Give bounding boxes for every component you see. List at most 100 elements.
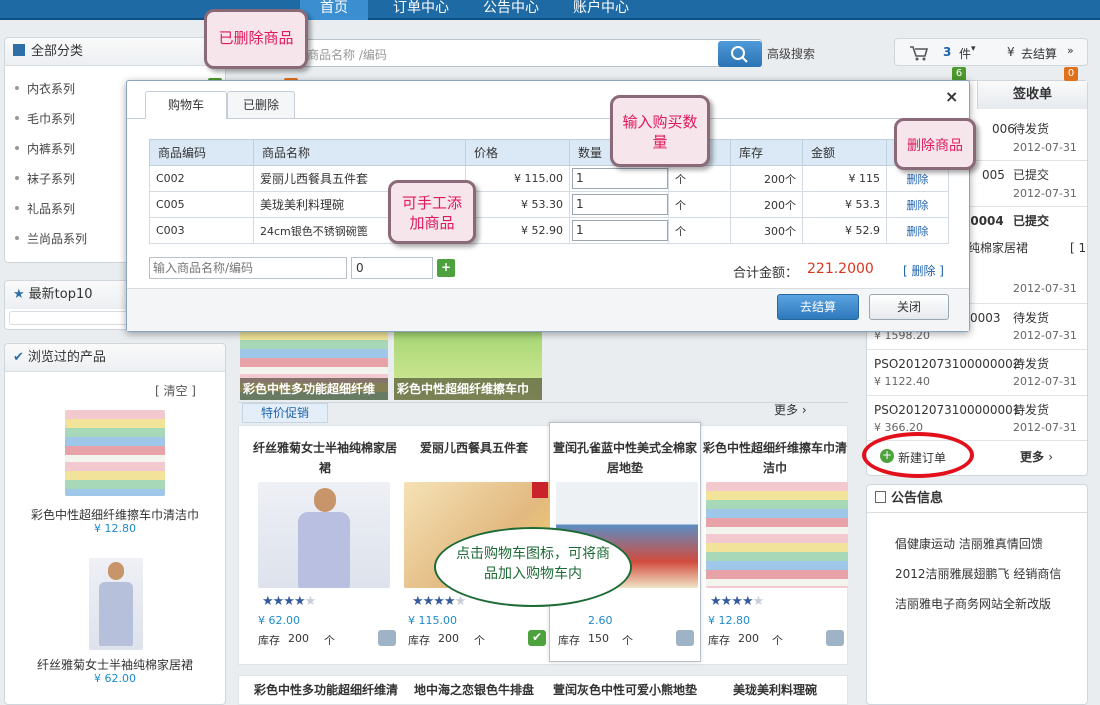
search-input[interactable]: 输入商品名称 /编码 [272, 39, 762, 67]
order-id[interactable]: 0003 [970, 309, 1001, 327]
add-to-cart-icon[interactable] [826, 630, 844, 646]
product-name[interactable]: 萱闰灰色中性可爱小熊地垫 [550, 680, 700, 700]
qty-input[interactable]: 1 [572, 168, 668, 189]
orders-more-link[interactable]: 更多 › [1020, 448, 1053, 465]
tab-deleted[interactable]: 已删除 [227, 91, 295, 118]
top10-title: 最新top10 [28, 287, 93, 302]
search-icon [731, 46, 748, 63]
category-item[interactable]: 内裤系列 [14, 140, 75, 157]
notice-item[interactable]: 2012洁丽雅展翅鹏飞 经销商信 [895, 565, 1085, 582]
add-product-input[interactable]: 输入商品名称/编码 [149, 257, 347, 279]
cell-price: ¥ 53.30 [465, 191, 570, 218]
order-id[interactable]: PSO2012073100000002 [874, 355, 1020, 373]
order-status: 待发货 [1013, 311, 1050, 325]
stock-unit: 个 [324, 634, 335, 647]
advanced-search-link[interactable]: 高级搜索 [767, 45, 815, 62]
order-date: 2012-07-31 [1013, 282, 1077, 295]
added-to-cart-check-icon[interactable]: ✔ [528, 630, 546, 646]
viewed-product-image[interactable] [89, 558, 143, 650]
category-item[interactable]: 礼品系列 [14, 200, 75, 217]
order-status: 已提交 [1013, 168, 1050, 182]
cell-stock: 200个 [730, 165, 803, 192]
notice-title: 公告信息 [891, 491, 944, 506]
product-name[interactable]: 美珑美利料理碗 [700, 680, 850, 700]
nav-tab-home[interactable]: 首页 [300, 0, 368, 20]
qty-input[interactable]: 1 [572, 220, 668, 241]
stock-qty: 200 [738, 632, 759, 645]
category-item[interactable]: 袜子系列 [14, 170, 75, 187]
product-image[interactable] [706, 482, 848, 588]
checkout-button[interactable]: 去结算 [777, 294, 859, 320]
search-button[interactable] [718, 41, 762, 67]
delete-link[interactable]: 删除 [886, 217, 949, 244]
cell-unit: 个 [668, 165, 731, 192]
category-item[interactable]: 兰尚品系列 [14, 230, 87, 247]
delete-link[interactable]: 删除 [886, 191, 949, 218]
stock-label: 库存 [408, 634, 430, 647]
stock-unit: 个 [622, 634, 633, 647]
product-image[interactable] [258, 482, 390, 588]
product-name[interactable]: 彩色中性多功能超细纤维清 [250, 680, 402, 700]
promo-more-label: 更多 [774, 403, 799, 417]
notice-item[interactable]: 倡健康运动 洁丽雅真情回馈 [895, 535, 1043, 552]
product-price: 2.60 [588, 614, 613, 627]
nav-tab-notices[interactable]: 公告中心 [470, 0, 552, 20]
cell-price: ¥ 52.90 [465, 217, 570, 244]
cart-summary[interactable]: 3 件 ▾ ¥ 去结算 » [894, 38, 1088, 66]
stock-qty: 150 [588, 632, 609, 645]
order-id[interactable]: PSO2012073100000001 [874, 401, 1020, 419]
callout-manual-add: 可手工添加商品 [388, 180, 476, 244]
product-name[interactable]: 萱闰孔雀蓝中性美式全棉家居地垫 [550, 438, 700, 478]
viewed-product-price: ¥ 12.80 [94, 522, 136, 535]
order-status: 已提交 [1013, 214, 1050, 228]
order-date: 2012-07-31 [1013, 329, 1077, 342]
document-icon [875, 491, 886, 503]
chevron-down-icon: ▾ [971, 44, 976, 54]
viewed-title: 浏览过的产品 [27, 350, 106, 365]
product-name[interactable]: 纤丝雅菊女士半袖纯棉家居裙 [250, 438, 400, 478]
product-name[interactable]: 彩色中性超细纤维擦车巾清洁巾 [700, 438, 850, 478]
stock-qty: 200 [288, 632, 309, 645]
viewed-product-name[interactable]: 彩色中性超细纤维擦车巾清洁巾 [5, 506, 225, 523]
nav-tab-orders[interactable]: 订单中心 [378, 0, 464, 20]
cell-code: C005 [149, 191, 254, 218]
category-item[interactable]: 内衣系列 [14, 80, 75, 97]
new-order-button[interactable]: 新建订单 [898, 449, 946, 466]
product-name[interactable]: 爱丽儿西餐具五件套 [404, 438, 544, 458]
yen-icon: ¥ [1007, 45, 1015, 59]
col-amount: 金额 [802, 139, 887, 166]
cart-count: 3 [943, 45, 952, 59]
clear-history-link[interactable]: [ 清空 ] [155, 382, 196, 399]
viewed-product-name[interactable]: 纤丝雅菊女士半袖纯棉家居裙 [5, 656, 225, 673]
hot-badge-icon [532, 482, 548, 498]
checkout-link[interactable]: 去结算 [1021, 45, 1057, 62]
nav-tab-account[interactable]: 账户中心 [560, 0, 642, 20]
featured-caption: 彩色中性多功能超细纤维 [240, 378, 388, 400]
tab-promo[interactable]: 特价促销 [242, 403, 328, 423]
qty-input[interactable]: 1 [572, 194, 668, 215]
add-to-cart-icon[interactable] [378, 630, 396, 646]
close-icon[interactable]: × [945, 87, 958, 106]
rating-stars: ★★★★★ [710, 594, 764, 609]
cell-stock: 200个 [730, 191, 803, 218]
viewed-header: ✔ 浏览过的产品 [5, 344, 225, 372]
delete-all-link[interactable]: [ 删除 ] [903, 262, 944, 279]
featured-caption: 彩色中性超细纤维擦车巾 [394, 378, 542, 400]
orders-more-label: 更多 [1020, 450, 1045, 464]
tab-cart[interactable]: 购物车 [145, 91, 227, 119]
stock-label: 库存 [708, 634, 730, 647]
viewed-product-image[interactable] [65, 410, 165, 496]
order-id[interactable]: 005 [982, 166, 1005, 184]
product-price: ¥ 62.00 [258, 614, 300, 627]
category-item[interactable]: 毛巾系列 [14, 110, 75, 127]
add-qty-input[interactable]: 0 [351, 257, 433, 279]
product-name[interactable]: 地中海之恋银色牛排盘 [404, 680, 544, 700]
add-to-cart-icon[interactable] [676, 630, 694, 646]
close-button[interactable]: 关闭 [869, 294, 949, 320]
promo-more-link[interactable]: 更多 › [774, 401, 807, 418]
order-status: 待发货 [1013, 357, 1050, 371]
cell-unit: 个 [668, 191, 731, 218]
add-product-button[interactable]: + [437, 259, 455, 277]
notice-item[interactable]: 洁丽雅电子商务网站全新改版 [895, 595, 1051, 612]
tab-sign-receipt[interactable]: 签收单 [977, 81, 1087, 109]
